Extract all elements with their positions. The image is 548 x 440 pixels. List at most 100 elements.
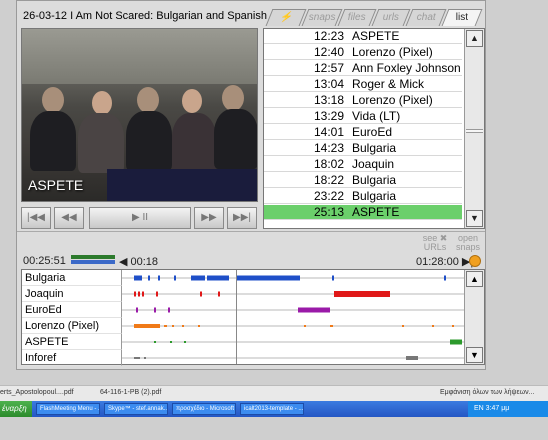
row-speaker: Bulgaria <box>352 141 397 155</box>
speaking-segment <box>158 275 160 281</box>
speaking-segment <box>207 275 229 281</box>
speaker-list-row[interactable]: 13:29 Vida (LT) <box>264 109 462 124</box>
tab-urls[interactable]: urls <box>371 9 411 26</box>
row-speaker: Roger & Mick <box>352 77 425 91</box>
download-bar: erts_Apostolopoul....pdf 64-116-1-PB (2)… <box>0 385 548 401</box>
timeline-track[interactable]: Inforef <box>22 350 466 366</box>
scroll-down-button[interactable]: ▼ <box>466 210 483 227</box>
speaker-list-row[interactable]: 12:57 Ann Foxley Johnson <box>264 61 462 76</box>
download-item[interactable]: 64-116-1-PB (2).pdf <box>100 389 161 396</box>
speaker-list-row[interactable]: 18:02 Joaquin <box>264 157 462 172</box>
row-speaker: Joaquin <box>352 157 395 171</box>
row-speaker: Vida (LT) <box>352 109 401 123</box>
tab-snaps[interactable]: snaps <box>301 9 343 26</box>
speaker-list-row[interactable]: 18:22 Bulgaria <box>264 173 462 188</box>
video-background <box>22 29 257 84</box>
speaker-list-scrollbar[interactable]: ▲ ▼ <box>464 29 484 228</box>
skip-first-button[interactable]: |◀◀ <box>21 207 51 229</box>
taskbar-item[interactable]: icalt2013-template - ... <box>240 403 304 415</box>
speaker-list-row[interactable]: 14:01 EuroEd <box>264 125 462 140</box>
taskbar-item[interactable]: FlashMeeting Menu - ... <box>36 403 100 415</box>
timeline-scroll-up[interactable]: ▲ <box>466 271 483 287</box>
speaking-segment <box>182 325 184 327</box>
speaking-segment <box>452 325 454 327</box>
speaking-segment <box>432 325 434 327</box>
speaker-list-row[interactable]: 25:13 ASPETE <box>264 205 462 220</box>
speaking-segment <box>170 341 172 343</box>
row-speaker: Bulgaria <box>352 189 397 203</box>
speaking-segment <box>406 356 418 360</box>
scroll-thumb[interactable] <box>466 129 483 133</box>
row-speaker: Lorenzo (Pixel) <box>352 45 433 59</box>
bolt-icon: ⚡ <box>279 12 293 23</box>
position-marker-blue <box>71 260 115 264</box>
row-time: 12:57 <box>313 61 344 75</box>
tab-strip: ⚡ snaps files urls chat list <box>265 9 485 27</box>
video-lower-banner <box>107 169 257 201</box>
download-item[interactable]: erts_Apostolopoul....pdf <box>0 389 74 396</box>
speaking-segment <box>134 357 140 359</box>
tab-files[interactable]: files <box>337 9 377 26</box>
speaker-list-row[interactable]: 13:04 Roger & Mick <box>264 77 462 92</box>
track-lane <box>122 324 464 328</box>
playhead[interactable] <box>236 270 237 364</box>
track-label: Bulgaria <box>22 270 122 286</box>
speaking-segment <box>218 291 220 297</box>
row-time: 13:04 <box>313 77 344 91</box>
track-lane <box>122 339 464 345</box>
taskbar-item[interactable]: προσχέδιο - Microsoft ... <box>172 403 236 415</box>
track-label: EuroEd <box>22 302 122 318</box>
scroll-up-button[interactable]: ▲ <box>466 30 483 47</box>
tab-chat[interactable]: chat <box>405 9 447 26</box>
row-time: 13:29 <box>313 109 344 123</box>
speaking-segment <box>148 275 150 281</box>
link-toolbar: see ✖ URLs open snaps <box>17 231 485 253</box>
timeline-track[interactable]: EuroEd <box>22 302 466 318</box>
speaker-list-row[interactable]: 23:22 Bulgaria <box>264 189 462 204</box>
row-time: 25:13 <box>313 205 344 219</box>
see-urls-button[interactable]: see ✖ URLs <box>421 234 449 252</box>
system-tray: EN 3:47 μμ <box>468 401 548 417</box>
open-snaps-button[interactable]: open snaps <box>453 234 483 252</box>
speaking-segment <box>200 291 202 297</box>
track-lane <box>122 307 466 313</box>
rewind-button[interactable]: ◀◀ <box>54 207 84 229</box>
timeline-scroll-down[interactable]: ▼ <box>466 347 483 363</box>
tab-list[interactable]: list <box>441 9 483 26</box>
speaking-segment <box>154 341 156 343</box>
timeline-end[interactable]: 01:28:00 ▶| <box>416 255 473 268</box>
timeline-header: 00:25:51 ◀ 00:18 01:28:00 ▶| <box>21 255 485 269</box>
current-time: 00:25:51 <box>23 255 66 267</box>
speaker-list-row[interactable]: 12:23 ASPETE <box>264 29 462 44</box>
row-speaker: EuroEd <box>352 125 393 139</box>
speaking-segment <box>134 324 160 328</box>
speaker-list-row[interactable]: 12:40 Lorenzo (Pixel) <box>264 45 462 60</box>
timeline-track[interactable]: Bulgaria <box>22 270 466 286</box>
speaking-segment <box>450 339 462 345</box>
video-player[interactable]: ASPETE <box>21 28 258 202</box>
play-pause-button[interactable]: ▶ II <box>89 207 191 229</box>
row-time: 23:22 <box>313 189 344 203</box>
row-time: 14:23 <box>313 141 344 155</box>
tab-bolt[interactable]: ⚡ <box>265 9 307 26</box>
row-speaker: ASPETE <box>352 29 400 43</box>
start-button[interactable]: έναρξη <box>0 401 32 417</box>
speaker-list: 12:23 ASPETE 12:40 Lorenzo (Pixel) 12:57 Ann … <box>263 28 485 229</box>
speaker-list-row[interactable]: 14:23 Bulgaria <box>264 141 462 156</box>
track-lane <box>122 356 464 360</box>
timeline-track[interactable]: Lorenzo (Pixel) <box>22 318 466 334</box>
taskbar-item[interactable]: Skype™ - stef.annak... <box>104 403 168 415</box>
row-speaker: Bulgaria <box>352 173 397 187</box>
track-label: Lorenzo (Pixel) <box>22 318 122 334</box>
zoom-orb-icon[interactable] <box>469 255 481 267</box>
forward-button[interactable]: ▶▶ <box>194 207 224 229</box>
speaking-segment <box>174 275 176 281</box>
speaker-list-row[interactable]: 13:18 Lorenzo (Pixel) <box>264 93 462 108</box>
timeline-track[interactable]: ASPETE <box>22 334 466 350</box>
show-all-downloads[interactable]: Εμφάνιση όλων των λήψεων... <box>440 389 534 396</box>
timeline-scrollbar[interactable]: ▲ ▼ <box>464 270 484 364</box>
timeline-start[interactable]: ◀ 00:18 <box>119 255 158 268</box>
speaking-segment <box>154 307 156 313</box>
skip-last-button[interactable]: ▶▶| <box>227 207 257 229</box>
timeline-track[interactable]: Joaquin <box>22 286 466 302</box>
